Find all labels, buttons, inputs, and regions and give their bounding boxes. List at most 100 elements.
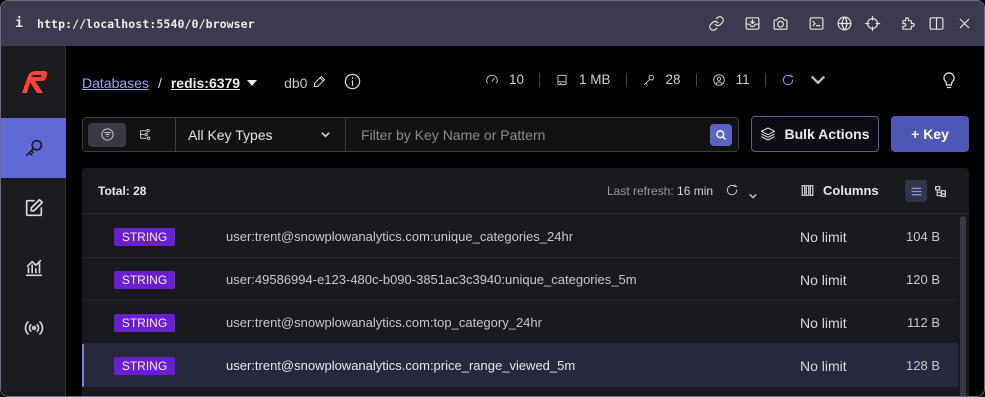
site-info-icon[interactable]: i xyxy=(1,16,37,31)
key-list-panel: Total: 28 Last refresh: 16 min Columns S… xyxy=(82,168,969,396)
tree-mode-button[interactable] xyxy=(929,180,951,202)
camera-icon[interactable] xyxy=(766,10,794,38)
crosshair-icon[interactable] xyxy=(858,10,886,38)
breadcrumb: Databases / redis:6379 db0 xyxy=(82,72,362,94)
globe-icon[interactable] xyxy=(830,10,858,38)
tree-icon xyxy=(934,185,946,197)
type-badge: STRING xyxy=(114,271,175,289)
key-name: user:trent@snowplowanalytics.com:unique_… xyxy=(226,229,574,244)
keys-stat: 28 xyxy=(642,72,681,87)
key-icon xyxy=(25,139,42,157)
pencil-icon[interactable] xyxy=(312,74,327,92)
nav-workbench[interactable] xyxy=(1,178,66,238)
database-stats: 10 1 MB 28 11 xyxy=(485,72,825,87)
add-key-button[interactable]: + Key xyxy=(891,116,969,152)
key-ttl: No limit xyxy=(800,229,847,245)
key-type-value: All Key Types xyxy=(188,126,273,143)
database-dropdown-icon[interactable] xyxy=(247,80,258,86)
key-icon xyxy=(643,74,654,85)
link-icon[interactable] xyxy=(702,10,730,38)
type-badge: STRING xyxy=(114,228,175,246)
chevron-down-icon xyxy=(749,193,757,199)
breadcrumb-databases-link[interactable]: Databases xyxy=(82,75,149,91)
split-view-icon[interactable] xyxy=(922,10,950,38)
nav-analysis[interactable] xyxy=(1,238,66,298)
total-count: Total: 28 xyxy=(98,184,147,198)
memory-icon xyxy=(557,74,567,85)
refresh-icon xyxy=(782,73,793,85)
chevron-down-icon xyxy=(321,132,330,138)
filter-circle-icon xyxy=(100,128,114,141)
cpu-stat: 10 xyxy=(485,72,524,87)
key-size: 128 B xyxy=(906,358,940,373)
redis-insight-logo[interactable] xyxy=(18,66,50,98)
search-button[interactable] xyxy=(710,124,732,146)
key-list-header: Total: 28 Last refresh: 16 min Columns xyxy=(82,168,969,214)
type-badge: STRING xyxy=(114,314,175,332)
broadcast-icon xyxy=(24,321,43,335)
table-row-selected[interactable]: STRING user:trent@snowplowanalytics.com:… xyxy=(82,344,958,387)
analytics-icon xyxy=(25,259,42,277)
close-icon[interactable] xyxy=(950,10,978,38)
db-index-label: db0 xyxy=(284,75,308,91)
columns-label: Columns xyxy=(823,183,879,198)
columns-icon xyxy=(801,185,814,196)
search-icon xyxy=(716,130,727,141)
filter-bar: All Key Types xyxy=(82,117,739,152)
type-badge: STRING xyxy=(114,357,175,375)
list-view-button[interactable] xyxy=(88,122,126,147)
columns-button[interactable]: Columns xyxy=(801,183,879,198)
layers-icon xyxy=(761,127,776,141)
sidebar xyxy=(1,46,66,396)
table-row[interactable]: STRING user:trent@snowplowanalytics.com:… xyxy=(82,301,958,344)
table-row[interactable]: STRING user:49586994-e123-480c-b090-3851… xyxy=(82,258,958,301)
list-mode-button[interactable] xyxy=(905,180,927,202)
key-filter-input[interactable] xyxy=(346,118,738,151)
cpu-value: 10 xyxy=(509,72,525,87)
auto-refresh-toggle[interactable] xyxy=(781,73,825,87)
database-name-link[interactable]: redis:6379 xyxy=(171,75,240,91)
url-bar[interactable]: http://localhost:5540/0/browser xyxy=(37,17,255,31)
tree-view-button[interactable] xyxy=(126,123,164,147)
gauge-icon xyxy=(486,74,498,83)
key-size: 104 B xyxy=(906,229,940,244)
view-mode-toggle xyxy=(83,118,176,151)
last-refresh-label: Last refresh: xyxy=(607,184,674,198)
refresh-options-button[interactable] xyxy=(749,187,757,205)
last-refresh: Last refresh: 16 min xyxy=(607,184,713,198)
key-type-select[interactable]: All Key Types xyxy=(176,118,346,151)
chevron-down-icon xyxy=(810,75,825,84)
terminal-icon[interactable] xyxy=(802,10,830,38)
refresh-button[interactable] xyxy=(725,183,739,202)
list-icon xyxy=(911,187,921,195)
extension-icon[interactable] xyxy=(894,10,922,38)
key-name: user:trent@snowplowanalytics.com:price_r… xyxy=(226,358,576,373)
search-wrapper xyxy=(346,118,738,151)
bulk-actions-button[interactable]: Bulk Actions xyxy=(751,116,879,152)
inbox-icon[interactable] xyxy=(738,10,766,38)
edit-icon xyxy=(25,198,43,217)
memory-stat: 1 MB xyxy=(555,72,611,87)
bulk-actions-label: Bulk Actions xyxy=(784,126,870,142)
display-toggle xyxy=(905,180,953,202)
last-refresh-value: 16 min xyxy=(677,184,714,198)
key-ttl: No limit xyxy=(800,315,847,331)
clients-stat: 11 xyxy=(712,72,750,87)
main-content: Databases / redis:6379 db0 10 1 MB 28 11… xyxy=(67,46,984,396)
tree-icon xyxy=(139,129,150,140)
refresh-icon xyxy=(726,184,738,196)
info-icon[interactable] xyxy=(343,72,362,94)
clients-value: 11 xyxy=(735,72,750,87)
key-ttl: No limit xyxy=(800,272,847,288)
lightbulb-icon[interactable] xyxy=(939,70,959,95)
table-row[interactable]: STRING user:trent@snowplowanalytics.com:… xyxy=(82,215,958,258)
scrollbar[interactable] xyxy=(960,216,966,396)
app-window: i http://localhost:5540/0/browser Databa… xyxy=(0,0,985,397)
breadcrumb-separator: / xyxy=(157,75,162,91)
nav-pubsub[interactable] xyxy=(1,298,66,358)
memory-value: 1 MB xyxy=(579,72,611,87)
key-size: 112 B xyxy=(906,315,940,330)
key-name: user:trent@snowplowanalytics.com:top_cat… xyxy=(226,315,542,330)
nav-browser[interactable] xyxy=(1,118,66,178)
key-size: 120 B xyxy=(906,272,940,287)
